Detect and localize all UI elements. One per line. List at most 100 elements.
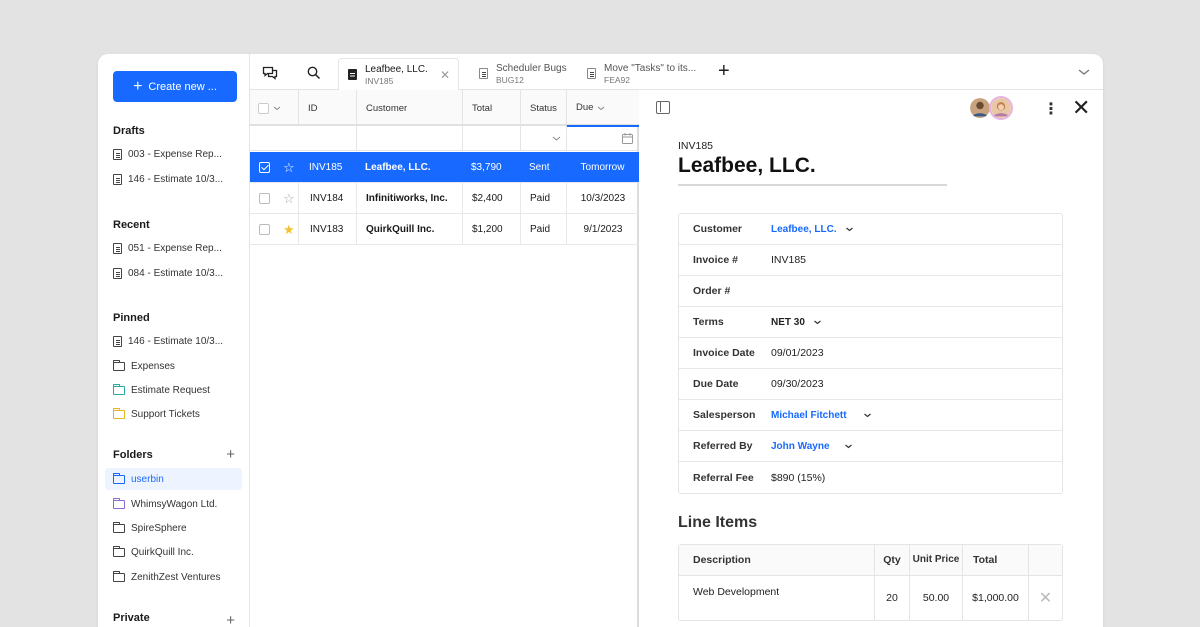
chevron-down-icon — [814, 320, 821, 324]
tab-leafbee[interactable]: Leafbee, LLC. INV185 ✕ — [338, 58, 459, 91]
star-icon[interactable]: ☆ — [283, 191, 295, 207]
sidebar-item-folder[interactable]: QuirkQuill Inc. — [113, 543, 241, 561]
referred-by-select[interactable]: John Wayne — [771, 441, 853, 452]
table-row[interactable]: ★ INV183 QuirkQuill Inc. $1,200 Paid 9/1… — [250, 214, 639, 245]
column-header-customer[interactable]: Customer — [356, 90, 462, 126]
table-header: ID Customer Total Status Due — [250, 90, 639, 127]
customer-select[interactable]: Leafbee, LLC. — [771, 224, 854, 235]
sidebar-item-pinned[interactable]: Expenses — [113, 357, 241, 375]
chevron-down-icon[interactable] — [1077, 65, 1091, 79]
row-checkbox[interactable] — [259, 193, 270, 204]
sidebar-item-pinned[interactable]: Support Tickets — [113, 405, 241, 423]
document-icon — [348, 69, 357, 80]
document-icon — [587, 68, 596, 79]
field-order-number: Order # — [679, 276, 1062, 307]
line-item-unit-price[interactable]: 50.00 — [909, 576, 962, 620]
tab-title: Leafbee, LLC. — [365, 64, 428, 75]
cell-due: Tomorrow — [580, 162, 625, 173]
star-filled-icon[interactable]: ★ — [283, 222, 295, 238]
sidebar-item-pinned[interactable]: 146 - Estimate 10/3... — [113, 332, 241, 350]
sidebar-item-draft[interactable]: 003 - Expense Rep... — [113, 145, 241, 163]
select-all[interactable] — [250, 90, 298, 126]
chevron-down-icon[interactable] — [552, 134, 561, 143]
remove-line-item-icon[interactable]: ✕ — [1028, 576, 1062, 620]
more-options-icon[interactable]: ⋮ — [1043, 99, 1059, 119]
line-item-qty[interactable]: 20 — [874, 576, 909, 620]
new-tab-button[interactable]: + — [718, 60, 730, 83]
cell-customer: Leafbee, LLC. — [365, 162, 431, 173]
tab-move-tasks[interactable]: Move "Tasks" to its... FEA92 — [578, 58, 710, 90]
sidebar-item-recent[interactable]: 084 - Estimate 10/3... — [113, 264, 241, 282]
page-title[interactable]: Leafbee, LLC. — [678, 154, 947, 186]
create-new-button[interactable]: + Create new ... — [113, 71, 237, 102]
tab-scheduler-bugs[interactable]: Scheduler Bugs BUG12 — [470, 58, 575, 90]
column-header-qty: Qty — [874, 545, 909, 575]
cell-customer: Infinitiworks, Inc. — [356, 183, 462, 214]
star-icon[interactable]: ☆ — [283, 160, 295, 176]
due-date-input[interactable]: 09/30/2023 — [771, 378, 824, 390]
select-all-checkbox[interactable] — [258, 102, 269, 114]
invoice-date-input[interactable]: 09/01/2023 — [771, 347, 824, 359]
salesperson-select[interactable]: Michael Fitchett — [771, 410, 872, 421]
invoice-number-input[interactable]: INV185 — [771, 254, 806, 266]
customer-filter[interactable] — [356, 126, 462, 151]
close-tab-icon[interactable]: ✕ — [440, 68, 450, 82]
sidebar-item-folder[interactable]: WhimsyWagon Ltd. — [113, 495, 241, 513]
line-items-heading: Line Items — [678, 514, 758, 531]
table-row[interactable]: ☆ INV184 Infinitiworks, Inc. $2,400 Paid… — [250, 183, 639, 214]
chevron-down-icon — [845, 227, 853, 231]
column-header-status[interactable]: Status — [520, 90, 566, 126]
row-checkbox[interactable] — [259, 162, 270, 173]
sidebar-item-pinned[interactable]: Estimate Request — [113, 381, 241, 399]
invoice-list: ID Customer Total Status Due ☆ INV185 Le… — [250, 90, 639, 627]
column-header-unit-price: Unit Price — [909, 545, 962, 575]
chat-icon[interactable] — [262, 65, 278, 81]
column-header-total[interactable]: Total — [462, 90, 520, 126]
tab-title: Scheduler Bugs — [496, 63, 567, 74]
cell-status: Paid — [520, 214, 566, 245]
chevron-down-icon — [844, 444, 852, 448]
line-items-header: Description Qty Unit Price Total — [679, 545, 1062, 576]
folder-icon — [113, 408, 125, 419]
field-customer: Customer Leafbee, LLC. — [679, 214, 1062, 245]
terms-select[interactable]: NET 30 — [771, 317, 822, 328]
folder-icon — [113, 384, 125, 395]
column-header-due[interactable]: Due — [566, 90, 639, 127]
field-referred-by: Referred By John Wayne — [679, 431, 1062, 462]
line-item-description[interactable]: Web Development — [679, 576, 874, 620]
column-header-id[interactable]: ID — [298, 90, 356, 126]
due-filter[interactable] — [566, 126, 639, 151]
cell-id: INV185 — [309, 162, 343, 173]
collapse-panel-icon[interactable] — [656, 101, 670, 114]
tab-subtitle: FEA92 — [604, 75, 630, 85]
line-item-row[interactable]: Web Development 20 50.00 $1,000.00 ✕ — [679, 576, 1062, 620]
sidebar-item-draft[interactable]: 146 - Estimate 10/3... — [113, 170, 241, 188]
tab-subtitle: BUG12 — [496, 75, 524, 85]
close-icon[interactable]: ✕ — [1072, 95, 1090, 121]
field-terms: Terms NET 30 — [679, 307, 1062, 338]
avatar[interactable] — [989, 96, 1013, 120]
column-header-line-total: Total — [962, 545, 1028, 575]
referral-fee-input[interactable]: $890 (15%) — [771, 472, 825, 484]
add-folder-icon[interactable]: + — [226, 446, 235, 463]
folder-icon — [113, 498, 125, 509]
sidebar-item-folder[interactable]: userbin — [105, 468, 242, 490]
sidebar-item-recent[interactable]: 051 - Expense Rep... — [113, 239, 241, 257]
chevron-down-icon[interactable] — [273, 104, 281, 112]
search-icon[interactable] — [306, 65, 322, 81]
add-private-icon[interactable]: + — [226, 612, 235, 627]
sort-chevron-icon — [598, 106, 605, 110]
column-header-description: Description — [693, 554, 751, 566]
calendar-icon[interactable] — [622, 133, 633, 144]
table-row[interactable]: ☆ INV185 Leafbee, LLC. $3,790 Sent Tomor… — [250, 152, 639, 183]
row-checkbox[interactable] — [259, 224, 270, 235]
sidebar-item-folder[interactable]: SpireSphere — [113, 519, 241, 537]
cell-id: INV184 — [298, 183, 356, 214]
status-filter[interactable] — [520, 126, 566, 151]
sidebar-item-folder[interactable]: ZenithZest Ventures — [113, 568, 241, 586]
total-filter[interactable] — [462, 126, 520, 151]
invoice-fields: Customer Leafbee, LLC. Invoice # INV185 … — [678, 213, 1063, 494]
field-referral-fee: Referral Fee $890 (15%) — [693, 471, 826, 484]
drafts-heading: Drafts — [113, 125, 145, 137]
tab-title: Move "Tasks" to its... — [604, 63, 697, 74]
